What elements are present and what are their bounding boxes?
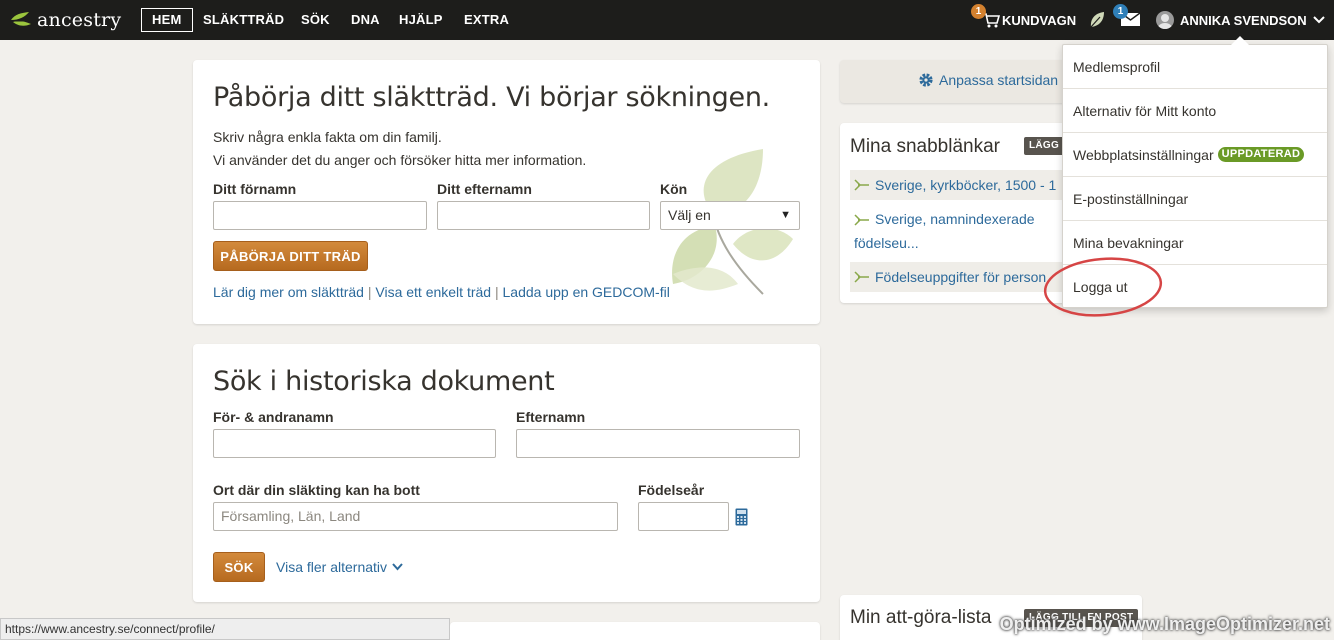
nav-extra[interactable]: EXTRA — [464, 0, 509, 40]
menu-item-label: Webbplatsinställningar — [1073, 146, 1214, 163]
view-simple-tree-link[interactable]: Visa ett enkelt träd — [375, 284, 491, 300]
cart-label: KUNDVAGN — [1002, 12, 1077, 28]
start-tree-card: Påbörja ditt släktträd. Vi börjar söknin… — [193, 60, 820, 324]
gender-select[interactable]: Välj en ▼ — [660, 201, 800, 230]
updated-badge: UPPDATERAD — [1217, 147, 1305, 162]
menu-item-label: Alternativ för Mitt konto — [1073, 102, 1217, 119]
customize-label: Anpassa startsidan — [939, 72, 1059, 88]
nav-help[interactable]: HJÄLP — [399, 0, 443, 40]
watermark-text: Optimized by www.ImageOptimizer.net — [999, 614, 1330, 634]
select-arrow-icon: ▼ — [780, 209, 791, 221]
more-options-toggle[interactable]: Visa fler alternativ — [276, 559, 403, 575]
gear-icon — [919, 73, 933, 87]
link-separator: | — [367, 284, 372, 300]
menu-item-account-options[interactable]: Alternativ för Mitt konto — [1063, 89, 1327, 133]
top-navigation: ancestry HEM SLÄKTTRÄD SÖK DNA HJÄLP EXT… — [0, 0, 1334, 40]
user-name: ANNIKA SVENDSON — [1180, 12, 1307, 28]
search-card-title: Sök i historiska dokument — [213, 366, 555, 397]
given-names-input[interactable] — [213, 429, 496, 458]
quick-link-2-cont[interactable]: födelseu... — [854, 235, 919, 251]
given-names-label: För- & andranamn — [213, 409, 334, 425]
cart-count-badge: 1 — [971, 4, 986, 19]
historical-search-card: Sök i historiska dokument För- & andrana… — [193, 344, 820, 602]
logo-text: ancestry — [37, 9, 122, 31]
tree-card-intro: Skriv några enkla fakta om din familj. V… — [213, 126, 586, 172]
menu-item-label: E-postinställningar — [1073, 190, 1189, 207]
record-link-icon — [854, 179, 869, 191]
user-menu-toggle[interactable]: ANNIKA SVENDSON — [1156, 0, 1325, 40]
menu-item-member-profile[interactable]: Medlemsprofil — [1063, 45, 1327, 89]
first-name-label: Ditt förnamn — [213, 181, 297, 197]
intro-line-2: Vi använder det du anger och försöker hi… — [213, 152, 587, 168]
tree-card-title: Påbörja ditt släktträd. Vi börjar söknin… — [213, 82, 770, 113]
next-card — [450, 622, 820, 640]
tree-links: Lär dig mer om släktträd | Visa ett enke… — [213, 284, 670, 300]
record-link-icon — [854, 271, 869, 283]
upload-gedcom-link[interactable]: Ladda upp en GEDCOM-fil — [503, 284, 670, 300]
quick-links-title: Mina snabblänkar — [850, 136, 1000, 157]
nav-search[interactable]: SÖK — [301, 0, 330, 40]
chevron-down-icon — [1312, 16, 1325, 24]
more-options-label: Visa fler alternativ — [276, 559, 388, 575]
browser-status-bar: https://www.ancestry.se/connect/profile/ — [0, 618, 450, 640]
highlight-circle-annotation — [1043, 257, 1163, 317]
leaf-hints-icon[interactable] — [1088, 10, 1106, 30]
nav-dna[interactable]: DNA — [351, 0, 380, 40]
quick-link-3[interactable]: Födelseuppgifter för person — [875, 269, 1046, 285]
gender-label: Kön — [660, 181, 688, 197]
gender-selected-value: Välj en — [668, 207, 711, 223]
menu-item-email-settings[interactable]: E-postinställningar — [1063, 177, 1327, 221]
intro-line-1: Skriv några enkla fakta om din familj. — [213, 129, 442, 145]
chevron-down-icon — [392, 563, 403, 571]
first-name-input[interactable] — [213, 201, 427, 230]
nav-family-tree[interactable]: SLÄKTTRÄD — [203, 0, 284, 40]
start-tree-button[interactable]: PÅBÖRJA DITT TRÄD — [213, 241, 368, 271]
messages-count-badge: 1 — [1113, 4, 1128, 19]
menu-item-site-settings[interactable]: Webbplatsinställningar UPPDATERAD — [1063, 133, 1327, 177]
birth-year-input[interactable] — [638, 502, 729, 531]
birth-year-label: Födelseår — [638, 482, 705, 498]
surname-label: Efternamn — [516, 409, 586, 425]
residence-label: Ort där din släkting kan ha bott — [213, 482, 420, 498]
last-name-input[interactable] — [437, 201, 650, 230]
leaf-logo-icon — [10, 12, 31, 26]
surname-input[interactable] — [516, 429, 800, 458]
calculator-icon[interactable] — [735, 508, 748, 526]
residence-input[interactable]: Församling, Län, Land — [213, 502, 618, 531]
todo-title: Min att-göra-lista — [850, 607, 992, 628]
quick-link-2[interactable]: Sverige, namnindexerade — [875, 211, 1035, 227]
customize-link[interactable]: Anpassa startsidan — [918, 72, 1058, 88]
link-separator: | — [494, 284, 499, 300]
quick-link-1[interactable]: Sverige, kyrkböcker, 1500 - 1 — [875, 177, 1056, 193]
cart-link[interactable]: KUNDVAGN — [982, 0, 1076, 40]
ancestry-logo[interactable]: ancestry — [9, 7, 121, 33]
search-button[interactable]: SÖK — [213, 552, 265, 582]
last-name-label: Ditt efternamn — [437, 181, 532, 197]
record-link-icon — [854, 214, 869, 226]
nav-home[interactable]: HEM — [141, 8, 193, 32]
learn-trees-link[interactable]: Lär dig mer om släktträd — [213, 284, 364, 300]
menu-item-label: Medlemsprofil — [1073, 58, 1161, 75]
avatar — [1156, 11, 1174, 29]
